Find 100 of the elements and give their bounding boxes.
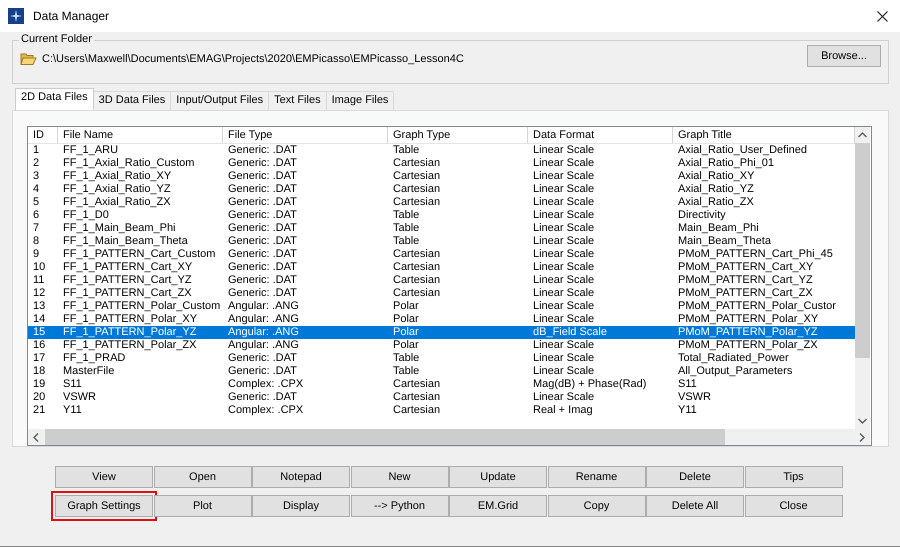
table-cell-text: FF_1_Main_Beam_Phi bbox=[62, 222, 177, 235]
scroll-down-icon[interactable] bbox=[858, 418, 867, 424]
column-header[interactable]: ID bbox=[28, 127, 58, 143]
scroll-up-icon[interactable] bbox=[858, 132, 867, 138]
table-row[interactable]: 8 FF_1_Main_Beam_Theta Generic: .DAT Table Linear Scale Main_Beam_Theta bbox=[28, 235, 855, 248]
table-cell-text: Linear Scale bbox=[532, 274, 596, 287]
table-cell-text: 14 bbox=[32, 313, 46, 326]
vertical-scrollbar[interactable] bbox=[855, 127, 870, 429]
table-cell-text: Generic: .DAT bbox=[227, 157, 298, 170]
table-cell-text: Linear Scale bbox=[532, 391, 596, 404]
table-cell-text: Generic: .DAT bbox=[227, 352, 298, 365]
action-button[interactable]: Update bbox=[449, 466, 547, 488]
table-cell-text: VSWR bbox=[677, 391, 712, 404]
table-cell-text: Complex: .CPX bbox=[227, 378, 304, 391]
table-cell-text: Y11 bbox=[62, 404, 83, 417]
tab[interactable]: 2D Data Files bbox=[15, 88, 94, 110]
table-cell-text: Cartesian bbox=[392, 248, 442, 261]
table-row[interactable]: 14 FF_1_PATTERN_Polar_XY Angular: .ANG Polar Linear Scale PMoM_PATTERN_Polar_XY bbox=[28, 313, 855, 326]
table-cell-text: FF_1_Axial_Ratio_YZ bbox=[62, 183, 172, 196]
table-cell-text: Complex: .CPX bbox=[227, 404, 304, 417]
table-cell-text: PMoM_PATTERN_Polar_YZ bbox=[677, 326, 819, 339]
table-row[interactable]: 3 FF_1_Axial_Ratio_XY Generic: .DAT Cartesian Linear Scale Axial_Ratio_XY bbox=[28, 170, 855, 183]
table-row[interactable]: 17 FF_1_PRAD Generic: .DAT Table Linear Scale Total_Radiated_Power bbox=[28, 352, 855, 365]
table-cell-text: Generic: .DAT bbox=[227, 365, 298, 378]
table-cell-text: 11 bbox=[32, 274, 46, 287]
action-button[interactable]: Delete bbox=[646, 466, 744, 488]
action-button[interactable]: View bbox=[55, 466, 153, 488]
folder-path: C:\Users\Maxwell\Documents\EMAG\Projects\2020\EMPicasso\EMPicasso_Lesson4C bbox=[42, 53, 465, 65]
table-row[interactable]: 18 MasterFile Generic: .DAT Table Linear Scale All_Output_Parameters bbox=[28, 365, 855, 378]
scroll-thumb[interactable] bbox=[855, 143, 870, 358]
table-cell-text: 17 bbox=[32, 352, 46, 365]
column-header[interactable]: File Name bbox=[58, 127, 223, 143]
table-row[interactable]: 15 FF_1_PATTERN_Polar_YZ Angular: .ANG Polar dB_Field Scale PMoM_PATTERN_Polar_YZ bbox=[28, 326, 855, 339]
action-button[interactable]: Open bbox=[154, 466, 252, 488]
table-row[interactable]: 10 FF_1_PATTERN_Cart_XY Generic: .DAT Cartesian Linear Scale PMoM_PATTERN_Cart_XY bbox=[28, 261, 855, 274]
table-cell-text: FF_1_PATTERN_Polar_YZ bbox=[62, 326, 198, 339]
table-cell-text: FF_1_PATTERN_Cart_XY bbox=[62, 261, 194, 274]
table-cell-text: Linear Scale bbox=[532, 209, 596, 222]
action-button[interactable]: Rename bbox=[548, 466, 646, 488]
action-button[interactable]: Delete All bbox=[646, 495, 744, 517]
horizontal-scrollbar[interactable] bbox=[28, 429, 870, 445]
table-cell-text: Cartesian bbox=[392, 287, 442, 300]
browse-button[interactable]: Browse... bbox=[807, 45, 881, 67]
table-cell-text: 2 bbox=[32, 157, 40, 170]
table-row[interactable]: 2 FF_1_Axial_Ratio_Custom Generic: .DAT Cartesian Linear Scale Axial_Ratio_Phi_01 bbox=[28, 157, 855, 170]
table-cell-text: Directivity bbox=[677, 209, 727, 222]
action-button[interactable]: Close bbox=[744, 495, 842, 517]
table-row[interactable]: 20 VSWR Generic: .DAT Cartesian Linear Scale VSWR bbox=[28, 391, 855, 404]
table-cell-text: Linear Scale bbox=[532, 339, 596, 352]
table-cell-text: Angular: .ANG bbox=[227, 339, 300, 352]
table-cell-text: 4 bbox=[32, 183, 40, 196]
table-row[interactable]: 16 FF_1_PATTERN_Polar_ZX Angular: .ANG Polar Linear Scale PMoM_PATTERN_Polar_ZX bbox=[28, 339, 855, 352]
table-row[interactable]: 13 FF_1_PATTERN_Polar_Custom Angular: .ANG Polar Linear Scale PMoM_PATTERN_Polar_Custor bbox=[28, 300, 855, 313]
table-row[interactable]: 9 FF_1_PATTERN_Cart_Custom Generic: .DAT Cartesian Linear Scale PMoM_PATTERN_Cart_Phi_45 bbox=[28, 248, 855, 261]
table-cell-text: Linear Scale bbox=[532, 222, 596, 235]
action-button[interactable]: Notepad bbox=[252, 466, 350, 488]
close-icon[interactable] bbox=[877, 10, 888, 22]
action-button[interactable]: New bbox=[350, 466, 448, 488]
table-cell-text: FF_1_Axial_Ratio_ZX bbox=[62, 196, 172, 209]
table-cell-text: Generic: .DAT bbox=[227, 144, 298, 157]
scroll-left-icon[interactable] bbox=[33, 432, 39, 442]
table-row[interactable]: 12 FF_1_PATTERN_Cart_ZX Generic: .DAT Cartesian Linear Scale PMoM_PATTERN_Cart_ZX bbox=[28, 287, 855, 300]
table-cell-text: Generic: .DAT bbox=[227, 274, 298, 287]
app-icon bbox=[8, 8, 24, 24]
table-cell-text: Linear Scale bbox=[532, 196, 596, 209]
column-header[interactable]: Data Format bbox=[528, 127, 673, 143]
table-cell-text: Generic: .DAT bbox=[227, 196, 298, 209]
scroll-right-icon[interactable] bbox=[859, 432, 865, 442]
table-cell-text: Angular: .ANG bbox=[227, 326, 300, 339]
table-cell-text: Linear Scale bbox=[532, 157, 596, 170]
action-button[interactable]: Plot bbox=[154, 495, 252, 517]
table-row[interactable]: 6 FF_1_D0 Generic: .DAT Table Linear Scale Directivity bbox=[28, 209, 855, 222]
column-header[interactable]: File Type bbox=[223, 127, 388, 143]
action-button[interactable]: Display bbox=[252, 495, 350, 517]
action-button[interactable]: EM.Grid bbox=[449, 495, 547, 517]
table-cell-text: Cartesian bbox=[392, 378, 442, 391]
table-row[interactable]: 4 FF_1_Axial_Ratio_YZ Generic: .DAT Cartesian Linear Scale Axial_Ratio_YZ bbox=[28, 183, 855, 196]
table-cell-text: Cartesian bbox=[392, 157, 442, 170]
action-button[interactable]: --> Python bbox=[350, 495, 448, 517]
table-cell-text: Cartesian bbox=[392, 404, 442, 417]
table-cell-text: FF_1_PATTERN_Polar_ZX bbox=[62, 339, 198, 352]
scroll-thumb[interactable] bbox=[45, 429, 725, 445]
table-cell-text: Linear Scale bbox=[532, 300, 596, 313]
table-cell-text: Linear Scale bbox=[532, 261, 596, 274]
table-row[interactable]: 19 S11 Complex: .CPX Cartesian Mag(dB) + Phase(Rad) S11 bbox=[28, 378, 855, 391]
table-cell-text: 8 bbox=[32, 235, 40, 248]
column-header[interactable]: Graph Type bbox=[388, 127, 528, 143]
table-row[interactable]: 21 Y11 Complex: .CPX Cartesian Real + Imag Y11 bbox=[28, 404, 855, 417]
action-button[interactable]: Copy bbox=[548, 495, 646, 517]
table-cell-text: Linear Scale bbox=[532, 183, 596, 196]
table-cell-text: Linear Scale bbox=[532, 248, 596, 261]
table-row[interactable]: 1 FF_1_ARU Generic: .DAT Table Linear Scale Axial_Ratio_User_Defined bbox=[28, 144, 855, 157]
action-button[interactable]: Graph Settings bbox=[51, 491, 157, 521]
action-button[interactable]: Tips bbox=[744, 466, 842, 488]
table-row[interactable]: 5 FF_1_Axial_Ratio_ZX Generic: .DAT Cartesian Linear Scale Axial_Ratio_ZX bbox=[28, 196, 855, 209]
table-row[interactable]: 11 FF_1_PATTERN_Cart_YZ Generic: .DAT Cartesian Linear Scale PMoM_PATTERN_Cart_YZ bbox=[28, 274, 855, 287]
table-cell-text: Linear Scale bbox=[532, 287, 596, 300]
tab[interactable]: Image Files bbox=[326, 91, 394, 110]
table-row[interactable]: 7 FF_1_Main_Beam_Phi Generic: .DAT Table Linear Scale Main_Beam_Phi bbox=[28, 222, 855, 235]
table-cell-text: 15 bbox=[32, 326, 46, 339]
